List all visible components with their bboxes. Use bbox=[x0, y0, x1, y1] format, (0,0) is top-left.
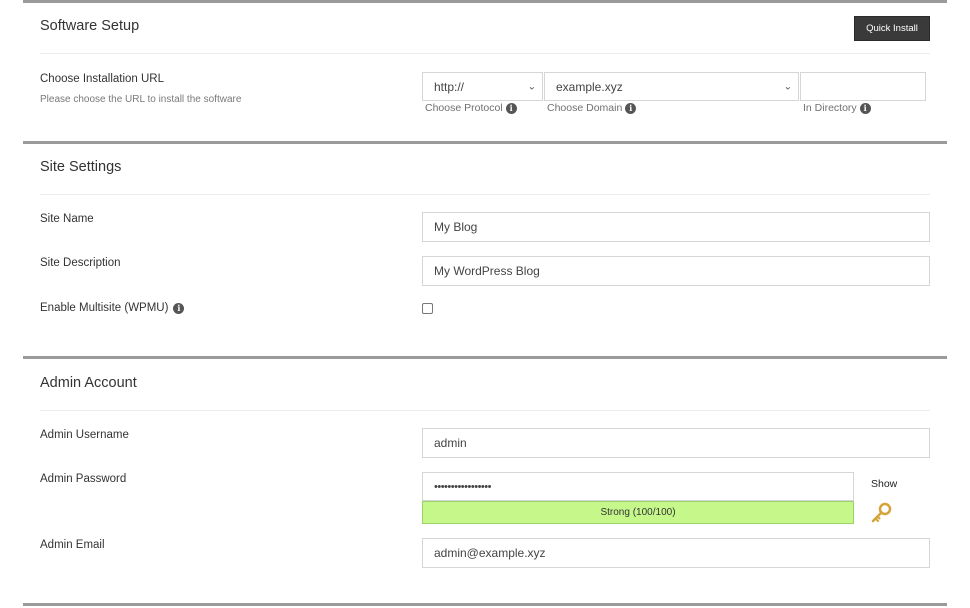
section-divider bbox=[23, 356, 947, 359]
site-description-label: Site Description bbox=[40, 257, 121, 269]
info-circle-icon[interactable]: i bbox=[173, 302, 185, 314]
section-title-admin-account: Admin Account bbox=[40, 375, 137, 391]
directory-hint-text: In Directory bbox=[803, 102, 857, 114]
admin-username-label: Admin Username bbox=[40, 429, 129, 441]
admin-password-input[interactable]: ••••••••••••••••• bbox=[422, 472, 854, 501]
multisite-label-text: Enable Multisite (WPMU) bbox=[40, 302, 169, 314]
divider bbox=[40, 53, 930, 54]
directory-hint: In Directory i bbox=[803, 102, 871, 114]
quick-install-button[interactable]: Quick Install bbox=[854, 16, 930, 41]
section-title-site-settings: Site Settings bbox=[40, 159, 122, 175]
multisite-checkbox[interactable] bbox=[422, 303, 433, 314]
info-circle-icon[interactable]: i bbox=[625, 102, 637, 114]
install-url-label: Choose Installation URL bbox=[40, 73, 165, 85]
section-divider bbox=[23, 141, 947, 144]
protocol-select[interactable]: http:// ⌄ bbox=[422, 72, 543, 101]
key-icon[interactable] bbox=[870, 502, 892, 524]
domain-hint-text: Choose Domain bbox=[547, 102, 623, 114]
protocol-hint: Choose Protocol i bbox=[425, 102, 517, 114]
domain-value: example.xyz bbox=[556, 79, 623, 94]
info-circle-icon[interactable]: i bbox=[505, 102, 517, 114]
divider bbox=[40, 194, 930, 195]
domain-hint: Choose Domain i bbox=[547, 102, 637, 114]
divider bbox=[40, 410, 930, 411]
install-url-sublabel: Please choose the URL to install the sof… bbox=[40, 94, 242, 105]
section-divider bbox=[23, 0, 947, 3]
password-strength-meter: Strong (100/100) bbox=[422, 501, 854, 524]
admin-username-input[interactable]: admin bbox=[422, 428, 930, 458]
domain-select[interactable]: example.xyz ⌄ bbox=[544, 72, 799, 101]
show-password-button[interactable]: Show bbox=[871, 478, 897, 490]
info-circle-icon[interactable]: i bbox=[859, 102, 871, 114]
protocol-value: http:// bbox=[434, 79, 465, 94]
chevron-down-icon: ⌄ bbox=[783, 81, 792, 92]
admin-email-input[interactable]: admin@example.xyz bbox=[422, 538, 930, 568]
multisite-label: Enable Multisite (WPMU) i bbox=[40, 302, 185, 314]
admin-password-label: Admin Password bbox=[40, 473, 127, 485]
site-description-input[interactable]: My WordPress Blog bbox=[422, 256, 930, 286]
site-name-label: Site Name bbox=[40, 213, 94, 225]
site-name-input[interactable]: My Blog bbox=[422, 212, 930, 242]
protocol-hint-text: Choose Protocol bbox=[425, 102, 503, 114]
section-divider bbox=[23, 603, 947, 606]
directory-input[interactable] bbox=[800, 72, 926, 101]
admin-email-label: Admin Email bbox=[40, 539, 105, 551]
chevron-down-icon: ⌄ bbox=[527, 81, 536, 92]
section-title-software-setup: Software Setup bbox=[40, 18, 140, 34]
